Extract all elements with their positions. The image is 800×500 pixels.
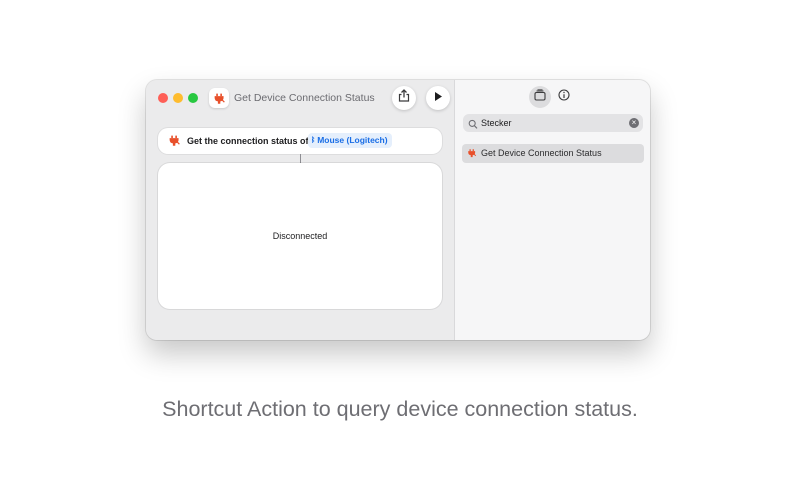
search-result-item[interactable]: Get Device Connection Status (462, 144, 644, 163)
plug-icon (168, 134, 181, 147)
close-button[interactable] (158, 93, 168, 103)
search-input[interactable]: Stecker (481, 118, 512, 128)
minimize-button[interactable] (173, 93, 183, 103)
library-pane: Stecker × Get Device Connection Status (454, 80, 650, 340)
device-parameter-label: Mouse (Logitech) (317, 135, 388, 145)
info-icon (558, 88, 570, 106)
tab-info[interactable] (553, 86, 575, 108)
plug-icon (209, 88, 229, 108)
device-parameter-token[interactable]: ᛒ Mouse (Logitech) (308, 133, 392, 148)
connection-status-output: Disconnected (272, 231, 328, 241)
library-tabs (529, 86, 577, 108)
shortcut-window: Get Device Connection Status Get the con… (146, 80, 650, 340)
window-title: Get Device Connection Status (234, 92, 375, 104)
caption: Shortcut Action to query device connecti… (162, 397, 638, 421)
clear-search-icon[interactable]: × (629, 118, 639, 128)
editor-pane: Get Device Connection Status Get the con… (146, 80, 454, 340)
share-button[interactable] (392, 86, 416, 110)
library-icon (534, 88, 546, 106)
zoom-button[interactable] (188, 93, 198, 103)
plug-icon (467, 148, 477, 158)
play-icon (433, 89, 443, 107)
action-card[interactable]: Get the connection status of ᛒ Mouse (Lo… (158, 128, 442, 154)
tab-library[interactable] (529, 86, 551, 108)
action-connector (300, 154, 301, 163)
run-button[interactable] (426, 86, 450, 110)
share-icon (398, 89, 410, 107)
search-result-label: Get Device Connection Status (481, 148, 602, 158)
search-icon (468, 117, 478, 135)
search-field[interactable]: Stecker × (463, 114, 643, 132)
bluetooth-icon: ᛒ (311, 137, 316, 144)
action-description: Get the connection status of (187, 136, 309, 146)
output-card: Disconnected (158, 163, 442, 309)
